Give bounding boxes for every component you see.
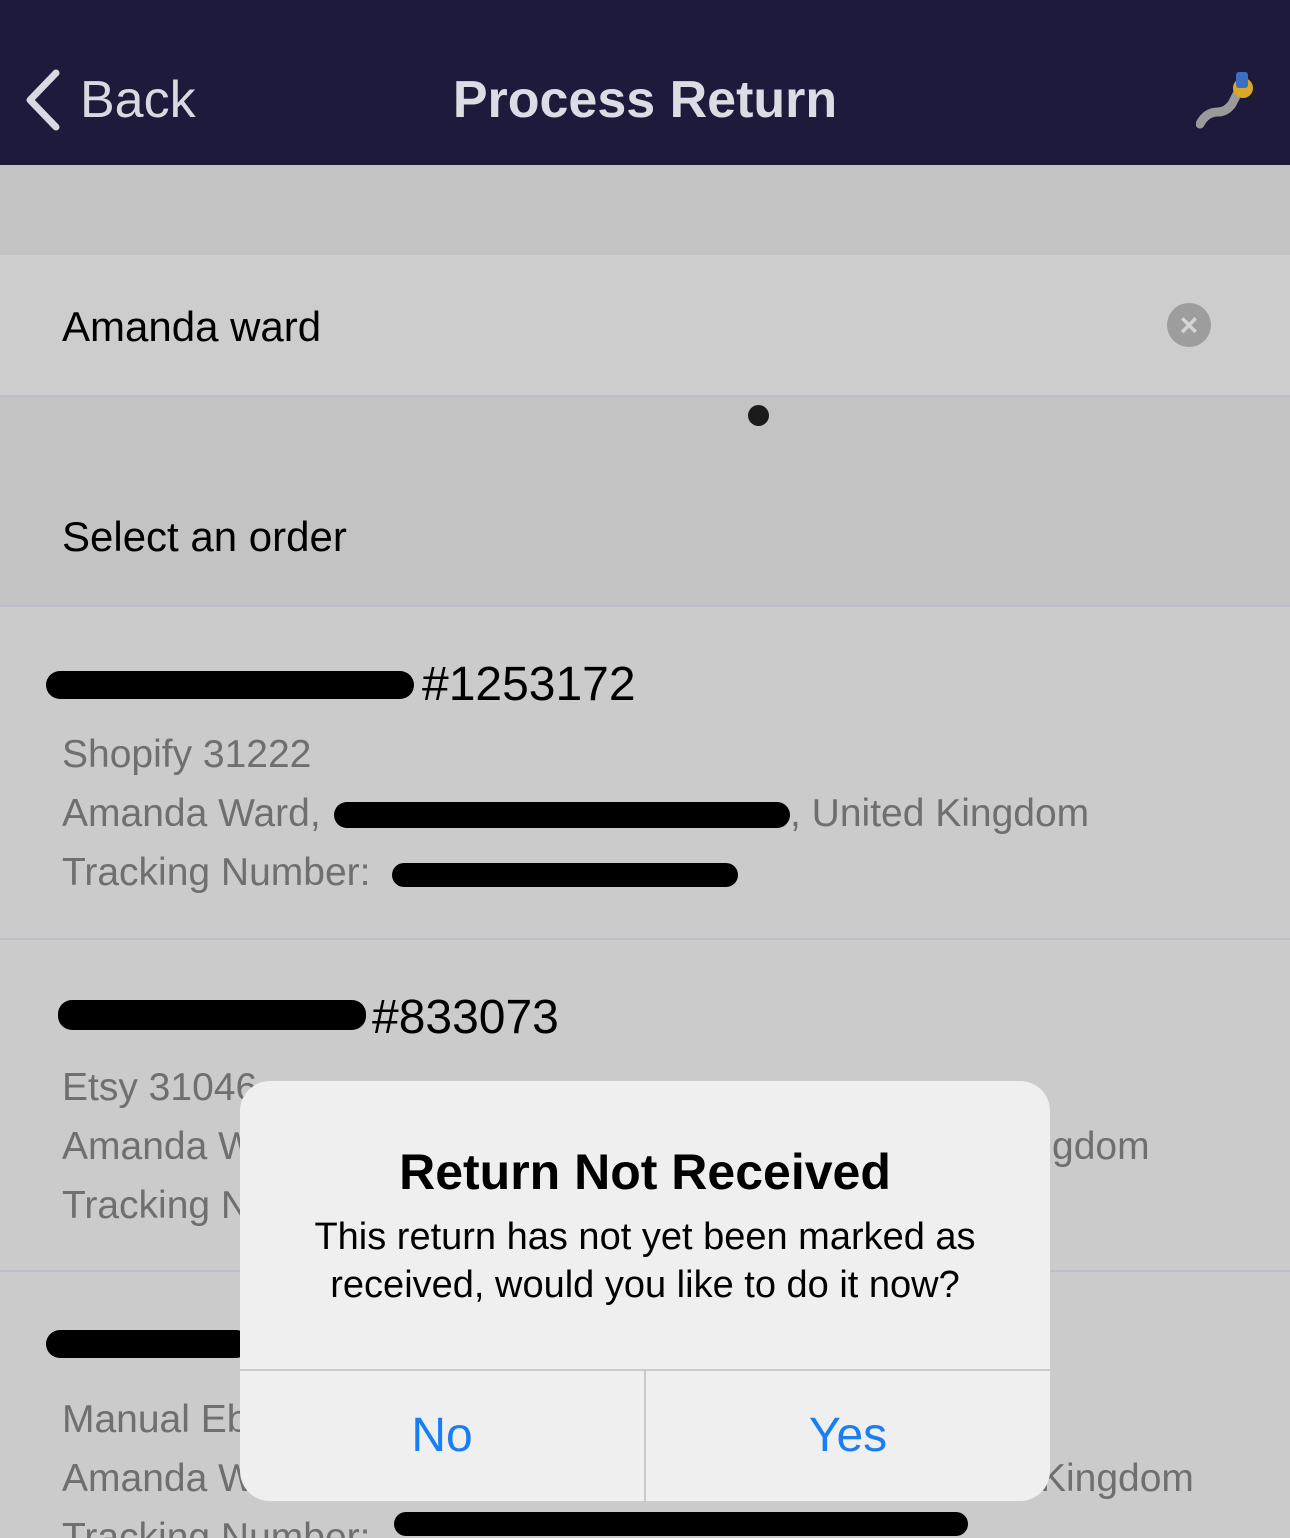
order-customer-prefix: Amanda W	[62, 1125, 255, 1168]
order-source: Etsy 31046	[62, 1066, 258, 1109]
order-number: #833073	[372, 991, 559, 1044]
order-customer-prefix: Amanda W	[62, 1457, 255, 1500]
yes-button[interactable]: Yes	[646, 1371, 1050, 1501]
order-list-item[interactable]: #1253172 Shopify 31222 Amanda Ward, , Un…	[0, 607, 1290, 940]
section-header: Select an order	[0, 397, 1290, 607]
redaction-mark	[58, 1000, 366, 1030]
search-input[interactable]: Amanda ward	[62, 303, 321, 351]
order-tracking-label: Tracking Number:	[62, 851, 371, 894]
clear-search-button[interactable]: ×	[1167, 303, 1211, 347]
no-button[interactable]: No	[240, 1371, 644, 1501]
redaction-mark	[394, 1512, 968, 1536]
search-field[interactable]: Amanda ward	[0, 255, 1290, 397]
navigation-bar: Back Process Return	[0, 0, 1290, 165]
page-indicator-dot	[748, 405, 769, 426]
order-customer-suffix: , United Kingdom	[790, 792, 1090, 835]
redaction-mark	[46, 1330, 250, 1358]
order-customer-suffix: gdom	[1052, 1125, 1150, 1168]
alert-dialog: Return Not Received This return has not …	[240, 1081, 1050, 1501]
dialog-title: Return Not Received	[399, 1144, 891, 1200]
page-title: Process Return	[452, 71, 838, 129]
header-spacer	[0, 165, 1290, 255]
user-avatar-icon[interactable]	[1196, 66, 1260, 132]
redaction-mark	[392, 863, 738, 887]
order-tracking-label: Tracking Number:	[62, 1516, 371, 1538]
order-customer-prefix: Amanda Ward,	[62, 792, 321, 835]
redaction-mark	[46, 671, 414, 699]
order-number: #1253172	[422, 658, 636, 711]
order-source: Shopify 31222	[62, 733, 312, 776]
order-source: Manual Eb	[62, 1398, 249, 1441]
order-customer-suffix: Kingdom	[1040, 1457, 1194, 1500]
section-title: Select an order	[62, 513, 347, 560]
redaction-mark	[334, 802, 790, 828]
order-tracking-label: Tracking N	[62, 1184, 250, 1227]
dialog-message: This return has not yet been marked as r…	[314, 1216, 976, 1306]
